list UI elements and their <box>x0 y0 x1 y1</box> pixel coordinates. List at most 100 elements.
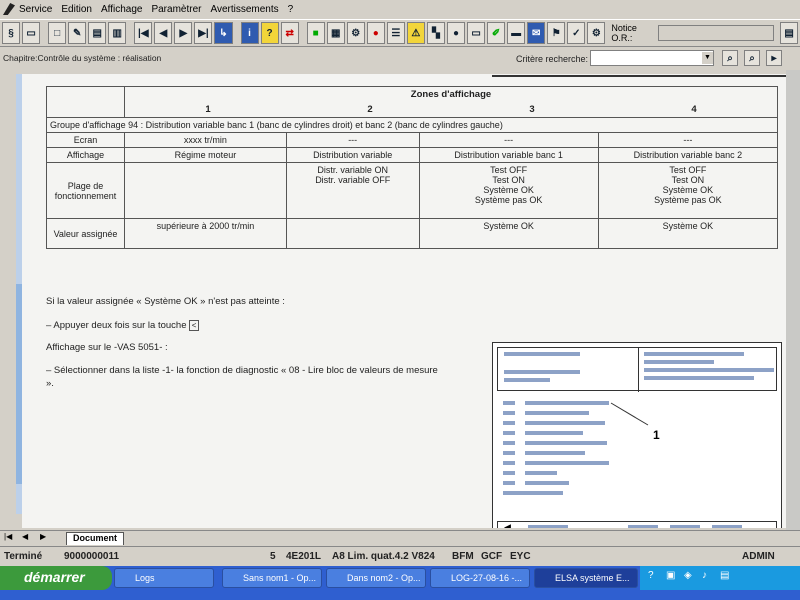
status-user: ADMIN <box>742 551 775 562</box>
next-icon[interactable]: ▶ <box>174 22 193 44</box>
bus-icon[interactable]: ▬ <box>507 22 526 44</box>
print-icon[interactable]: ▤ <box>88 22 107 44</box>
warning-icon[interactable]: ⚠ <box>406 22 425 44</box>
flag-icon[interactable]: ⚑ <box>547 22 566 44</box>
prev-icon[interactable]: ◀ <box>154 22 173 44</box>
instruction-text-2: – Appuyer deux fois sur la touche < <box>46 320 200 331</box>
tab-scroll-first-icon[interactable]: |◀ <box>4 532 12 541</box>
notice-input[interactable] <box>658 25 775 41</box>
tray-shield-icon[interactable]: ◈ <box>684 570 692 581</box>
status-bar: Terminé 9000000011 5 4E201L A8 Lim. quat… <box>0 546 800 566</box>
first-icon[interactable]: |◀ <box>134 22 153 44</box>
save-icon[interactable]: ▭ <box>22 22 41 44</box>
edit-icon[interactable]: ✎ <box>68 22 87 44</box>
task-log[interactable]: LOG-27-08-16 -... <box>430 568 530 588</box>
table-cell: --- <box>285 132 420 148</box>
status-num: 5 <box>270 551 276 562</box>
system-tray: ? ▣ ◈ ♪ ▤ <box>640 566 800 590</box>
tray-volume-icon[interactable]: ♪ <box>702 570 707 581</box>
switch-icon[interactable]: ⇄ <box>280 22 299 44</box>
pen-icon[interactable]: ✐ <box>487 22 506 44</box>
instruction-text-1: Si la valeur assignée « Système OK » n'e… <box>46 296 285 307</box>
notice-button-icon[interactable]: ▤ <box>780 22 799 44</box>
new-icon[interactable]: □ <box>48 22 67 44</box>
status-text: Terminé <box>4 551 43 562</box>
table-cell: Distribution variable banc 1 <box>418 147 599 163</box>
zone-3-label: 3 <box>529 104 535 115</box>
circle-icon[interactable]: ● <box>446 22 466 44</box>
zone-1-label: 1 <box>205 104 211 115</box>
table-cell: Test OFF Test ON Système OK Système pas … <box>597 162 779 219</box>
zone-4-label: 4 <box>691 104 697 115</box>
task-elsa[interactable]: ELSA système E... <box>534 568 638 588</box>
table-cell: --- <box>597 132 779 148</box>
link-icon[interactable]: ↳ <box>214 22 233 44</box>
menu-service[interactable]: Service <box>19 4 52 15</box>
menu-edition[interactable]: Edition <box>61 4 92 15</box>
table-cell: xxxx tr/min <box>124 132 287 148</box>
task-logs[interactable]: Logs <box>114 568 214 588</box>
stop-icon[interactable]: ● <box>366 22 385 44</box>
status-model: A8 Lim. quat.4.2 V824 <box>332 551 435 562</box>
vas-5051-figure: 1 ◀ <box>492 342 782 528</box>
table-cell: Système OK <box>597 218 779 249</box>
table-cell: Distr. variable ON Distr. variable OFF <box>285 162 420 219</box>
chapter-title: Chapitre:Contrôle du système : réalisati… <box>3 53 162 63</box>
zone-2-label: 2 <box>367 104 373 115</box>
criteria-label: Critère recherche: <box>516 54 589 64</box>
tab-document[interactable]: Document <box>66 532 125 545</box>
tab-scroll-next-icon[interactable]: ▶ <box>40 532 46 541</box>
envelope-icon[interactable]: ✉ <box>527 22 546 44</box>
status-code: 4E201L <box>286 551 322 562</box>
table-cell: Système OK <box>418 218 599 249</box>
instruction-text-4: – Sélectionner dans la liste -1- la fonc… <box>46 365 438 389</box>
vertical-scrollbar[interactable] <box>786 70 800 530</box>
callout-label: 1 <box>653 428 660 442</box>
tray-network-icon[interactable]: ▣ <box>666 570 675 581</box>
status-c3: EYC <box>510 551 531 562</box>
menu-help[interactable]: ? <box>288 4 294 15</box>
search-icon[interactable]: ⌕ <box>722 50 738 66</box>
status-vin: 9000000011 <box>64 551 120 562</box>
zones-header: Zones d'affichage 1 2 3 4 <box>124 86 778 118</box>
book-icon[interactable]: ▦ <box>326 22 345 44</box>
search-next-icon[interactable]: ⌕ <box>744 50 760 66</box>
close-icon[interactable]: § <box>2 22 21 44</box>
tab-scroll-prev-icon[interactable]: ◀ <box>22 532 28 541</box>
list-icon[interactable]: ☰ <box>386 22 405 44</box>
gear-icon[interactable]: ⚙ <box>587 22 606 44</box>
chart-icon[interactable]: ▚ <box>426 22 445 44</box>
start-button[interactable]: démarrer <box>0 566 112 590</box>
car-icon[interactable]: ■ <box>306 22 325 44</box>
table-cell: Test OFF Test ON Système OK Système pas … <box>418 162 599 219</box>
copy-icon[interactable]: ▥ <box>108 22 127 44</box>
menu-bar: Service Edition Affichage Paramètrer Ave… <box>0 0 800 18</box>
table-cell <box>124 162 287 219</box>
tray-printer-icon[interactable]: ▤ <box>720 570 729 581</box>
tool-icon[interactable]: ⚙ <box>346 22 365 44</box>
toolbar: § ▭ □ ✎ ▤ ▥ |◀ ◀ ▶ ▶| ↳ i ? ⇄ ■ ▦ ⚙ ● ☰ … <box>0 19 800 47</box>
task-dans-nom2[interactable]: Dans nom2 - Op... <box>326 568 426 588</box>
search-forward-icon[interactable]: ▸ <box>766 50 782 66</box>
row-label-ecran: Ecran <box>46 132 125 148</box>
info-icon[interactable]: i <box>240 22 259 44</box>
help-icon[interactable]: ? <box>260 22 279 44</box>
last-icon[interactable]: ▶| <box>194 22 213 44</box>
chevron-down-icon[interactable]: ▼ <box>702 52 713 64</box>
criteria-input[interactable] <box>590 50 714 66</box>
row-label-affichage: Affichage <box>46 147 125 163</box>
task-sans-nom1[interactable]: Sans nom1 - Op... <box>222 568 322 588</box>
table-cell: Distribution variable <box>285 147 420 163</box>
menu-parametrer[interactable]: Paramètrer <box>151 4 201 15</box>
tray-help-icon[interactable]: ? <box>648 570 654 581</box>
instruction-text-3: Affichage sur le -VAS 5051- : <box>46 342 168 353</box>
check-icon[interactable]: ✓ <box>567 22 586 44</box>
menu-avertissements[interactable]: Avertissements <box>210 4 278 15</box>
document-view: Zones d'affichage 1 2 3 4 Groupe d'affic… <box>22 74 786 528</box>
notice-label: Notice O.R.: <box>611 23 637 43</box>
row-label-valeur: Valeur assignée <box>46 218 125 249</box>
table-cell: --- <box>418 132 599 148</box>
doc-icon[interactable]: ▭ <box>467 22 486 44</box>
menu-affichage[interactable]: Affichage <box>101 4 143 15</box>
divider <box>492 75 786 77</box>
